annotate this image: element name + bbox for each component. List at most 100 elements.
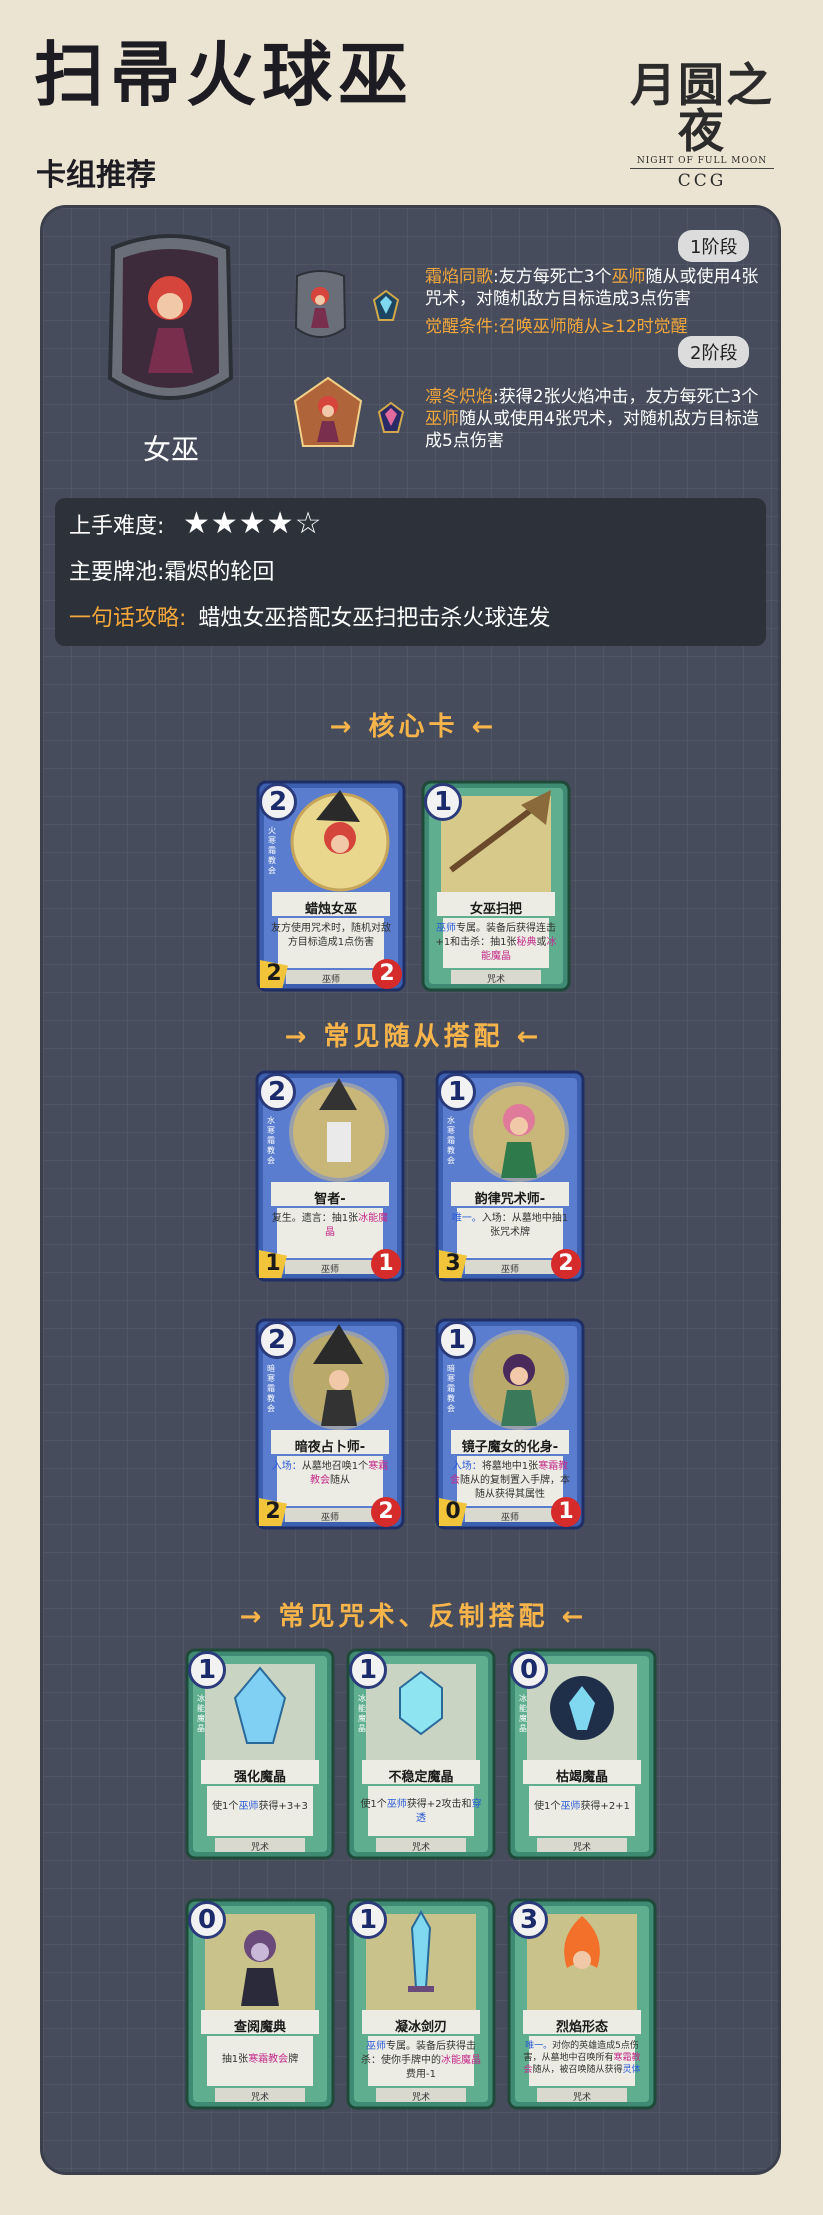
desc-keyword: 入场： xyxy=(271,1461,302,1472)
card-desc: 使1个巫师获得+2+1 xyxy=(521,1800,643,1814)
card-tags: 冰能魔晶 xyxy=(197,1694,205,1733)
card-unstable-crystal[interactable]: 1 冰能魔晶 不稳定魔晶 使1个巫师获得+2攻击和穿透 咒术 xyxy=(346,1648,496,1860)
card-desc: 使1个巫师获得+2攻击和穿透 xyxy=(360,1798,482,1826)
card-name: 女巫扫把 xyxy=(469,902,522,917)
strategy-value: 蜡烛女巫搭配女巫扫把击杀火球连发 xyxy=(198,606,551,631)
difficulty-stars: ★★★★☆ xyxy=(183,506,323,541)
stage2-skill-desc: 凛冬炽焰:获得2张火焰冲击，友方每死亡3个巫师随从或使用4张咒术，对随机敌方目标… xyxy=(425,386,770,452)
section-core-cards: → 核心卡 ← xyxy=(329,712,498,742)
stage1-keyword: 巫师 xyxy=(611,267,646,287)
card-desc: 友方使用咒术时，随机对敌方目标造成1点伤害 xyxy=(271,923,391,948)
card-desc: 入场：将墓地中1张寒霜教会随从的复制置入手牌，本随从获得其属性 xyxy=(449,1460,571,1502)
deck-panel: 女巫 1阶段 霜焰同歌:友方每死亡3个巫师随从或使用4张咒术，对随机敌方目标造成… xyxy=(40,205,781,2175)
card-name: 不稳定魔晶 xyxy=(388,1770,454,1785)
card-type: 咒术 xyxy=(250,2093,269,2103)
card-dry-crystal[interactable]: 0 冰能魔晶 枯竭魔晶 使1个巫师获得+2+1 咒术 xyxy=(507,1648,657,1860)
desc-keyword: 寒霜教会 xyxy=(248,2054,289,2065)
card-cost: 1 xyxy=(438,1321,476,1359)
difficulty-label: 上手难度: xyxy=(69,514,165,539)
stage2-hero-icon xyxy=(293,376,363,447)
logo-english: NIGHT OF FULL MOON xyxy=(636,156,768,166)
card-name: 枯竭魔晶 xyxy=(555,1770,608,1785)
card-tags: 水 寒霜教会 xyxy=(447,1116,455,1165)
desc-part: 或 xyxy=(536,937,547,948)
desc-part: 抽1张 xyxy=(221,2054,249,2065)
section-minion-cards: → 常见随从搭配 ← xyxy=(284,1022,543,1052)
card-desc: 入场：从墓地召唤1个寒霜教会随从 xyxy=(269,1460,391,1488)
card-desc: 复生。遗言：抽1张冰能魔晶 xyxy=(269,1212,391,1240)
card-tags: 火 寒霜教会 xyxy=(268,826,276,875)
desc-part: 随从的复制置入手牌，本随从获得其属性 xyxy=(460,1475,570,1500)
stage1-hero-icon xyxy=(294,270,347,338)
desc-part: 使1个 xyxy=(534,1801,561,1812)
card-rhythm-caster[interactable]: 1 水 寒霜教会 韵律咒术师- 唯一。入场：从墓地中抽1张咒术牌 巫师 3 2 xyxy=(435,1070,585,1282)
desc-keyword: 巫师 xyxy=(366,2041,386,2052)
logo-rule xyxy=(630,168,774,169)
card-type: 咒术 xyxy=(411,2093,430,2103)
card-cost: 3 xyxy=(510,1901,548,1939)
card-cost: 2 xyxy=(258,1073,296,1111)
stage2-badge: 2阶段 xyxy=(678,336,750,368)
desc-part: 从墓地召唤1个 xyxy=(301,1461,369,1472)
card-pool-label: 主要牌池: xyxy=(69,560,165,585)
stage2-gem-icon xyxy=(378,402,404,433)
stage2-desc-part: :获得2张火焰冲击，友方每死亡3个 xyxy=(493,387,759,407)
desc-part: 使1个 xyxy=(360,1799,387,1810)
page-subtitle: 卡组推荐 xyxy=(36,158,156,193)
card-name: 查阅魔典 xyxy=(233,2020,286,2035)
card-cost: 2 xyxy=(258,1321,296,1359)
card-desc: 抽1张寒霜教会牌 xyxy=(199,2053,321,2067)
card-type: 咒术 xyxy=(486,975,505,985)
card-name: 凝冰剑刃 xyxy=(394,2020,447,2035)
card-candle-witch[interactable]: 2 火 寒霜教会 蜡烛女巫 友方使用咒术时，随机对敌方目标造成1点伤害 巫师 2… xyxy=(256,780,406,992)
stage1-gem-icon xyxy=(373,290,399,321)
card-cost: 2 xyxy=(259,783,297,821)
desc-part: 随从 xyxy=(330,1475,350,1486)
card-type: 咒术 xyxy=(572,1843,591,1853)
card-pool-value: 霜烬的轮回 xyxy=(164,560,275,585)
card-desc: 使1个巫师获得+3+3 xyxy=(199,1800,321,1814)
stage1-awaken-condition: 觉醒条件:召唤巫师随从≥12时觉醒 xyxy=(425,317,688,337)
desc-keyword: 巫师 xyxy=(560,1801,581,1812)
stage1-skill-desc: 霜焰同歌:友方每死亡3个巫师随从或使用4张咒术，对随机敌方目标造成3点伤害 xyxy=(425,266,770,310)
strategy-label: 一句话攻略: xyxy=(69,606,187,631)
card-read-codex[interactable]: 0 查阅魔典 抽1张寒霜教会牌 咒术 xyxy=(185,1898,335,2110)
card-tags: 冰能魔晶 xyxy=(519,1694,527,1733)
desc-keyword: 冰能魔晶 xyxy=(441,2055,481,2066)
hero-portrait-frame xyxy=(107,234,234,400)
card-type: 咒术 xyxy=(250,1843,269,1853)
card-name: 暗夜占卜师- xyxy=(294,1440,366,1455)
card-health: 2 xyxy=(372,959,402,989)
card-witch-broom[interactable]: 1 女巫扫把 巫师专属。装备后获得连击+1和击杀：抽1张秘典或冰能魔晶 咒术 xyxy=(421,780,571,992)
stage1-badge: 1阶段 xyxy=(678,230,750,262)
desc-keyword: 秘典 xyxy=(516,937,537,948)
game-logo: 月圆之夜 NIGHT OF FULL MOON CCG xyxy=(612,62,792,191)
card-health: 2 xyxy=(551,1249,581,1279)
card-desc: 巫师专属。装备后获得击杀：使你手牌中的冰能魔晶费用-1 xyxy=(360,2040,482,2082)
desc-keyword: 巫师 xyxy=(386,1799,407,1810)
card-cost: 1 xyxy=(349,1651,387,1689)
card-ice-blade[interactable]: 1 凝冰剑刃 巫师专属。装备后获得击杀：使你手牌中的冰能魔晶费用-1 咒术 xyxy=(346,1898,496,2110)
card-mirror-witch[interactable]: 1 暗 寒霜教会 镜子魔女的化身- 入场：将墓地中1张寒霜教会随从的复制置入手牌… xyxy=(435,1318,585,1530)
card-sage[interactable]: 2 水 寒霜教会 智者- 复生。遗言：抽1张冰能魔晶 巫师 1 1 xyxy=(255,1070,405,1282)
card-desc: 唯一。入场：从墓地中抽1张咒术牌 xyxy=(449,1212,571,1240)
desc-part: 随从，被召唤随从获得 xyxy=(532,2065,623,2075)
desc-part: 获得+2攻击和 xyxy=(406,1799,472,1810)
desc-part: 费用-1 xyxy=(406,2069,436,2080)
page-title: 扫帚火球巫 xyxy=(34,34,414,116)
card-name: 强化魔晶 xyxy=(233,1770,286,1785)
logo-ccg: CCG xyxy=(677,171,727,191)
card-tags: 暗 寒霜教会 xyxy=(447,1364,455,1413)
card-night-seer[interactable]: 2 暗 寒霜教会 暗夜占卜师- 入场：从墓地召唤1个寒霜教会随从 巫师 2 2 xyxy=(255,1318,405,1530)
deck-info-box: 上手难度: ★★★★☆ 主要牌池:霜烬的轮回 一句话攻略: 蜡烛女巫搭配女巫扫把击… xyxy=(55,498,766,646)
desc-part: 获得+2+1 xyxy=(580,1801,630,1812)
stage1-skill-name: 霜焰同歌 xyxy=(425,267,493,287)
desc-part: 入场：从墓地中抽1张咒术牌 xyxy=(481,1213,569,1238)
card-cost: 1 xyxy=(438,1073,476,1111)
card-tags: 水 寒霜教会 xyxy=(267,1116,275,1165)
card-type: 咒术 xyxy=(411,1843,430,1853)
desc-part: 使1个 xyxy=(212,1801,239,1812)
card-enhanced-crystal[interactable]: 1 冰能魔晶 强化魔晶 使1个巫师获得+3+3 咒术 xyxy=(185,1648,335,1860)
card-flame-form[interactable]: 3 烈焰形态 唯一。对你的英雄造成5点伤害，从墓地中召唤所有寒霜教会随从，被召唤… xyxy=(507,1898,657,2110)
stage2-keyword: 巫师 xyxy=(425,409,459,429)
